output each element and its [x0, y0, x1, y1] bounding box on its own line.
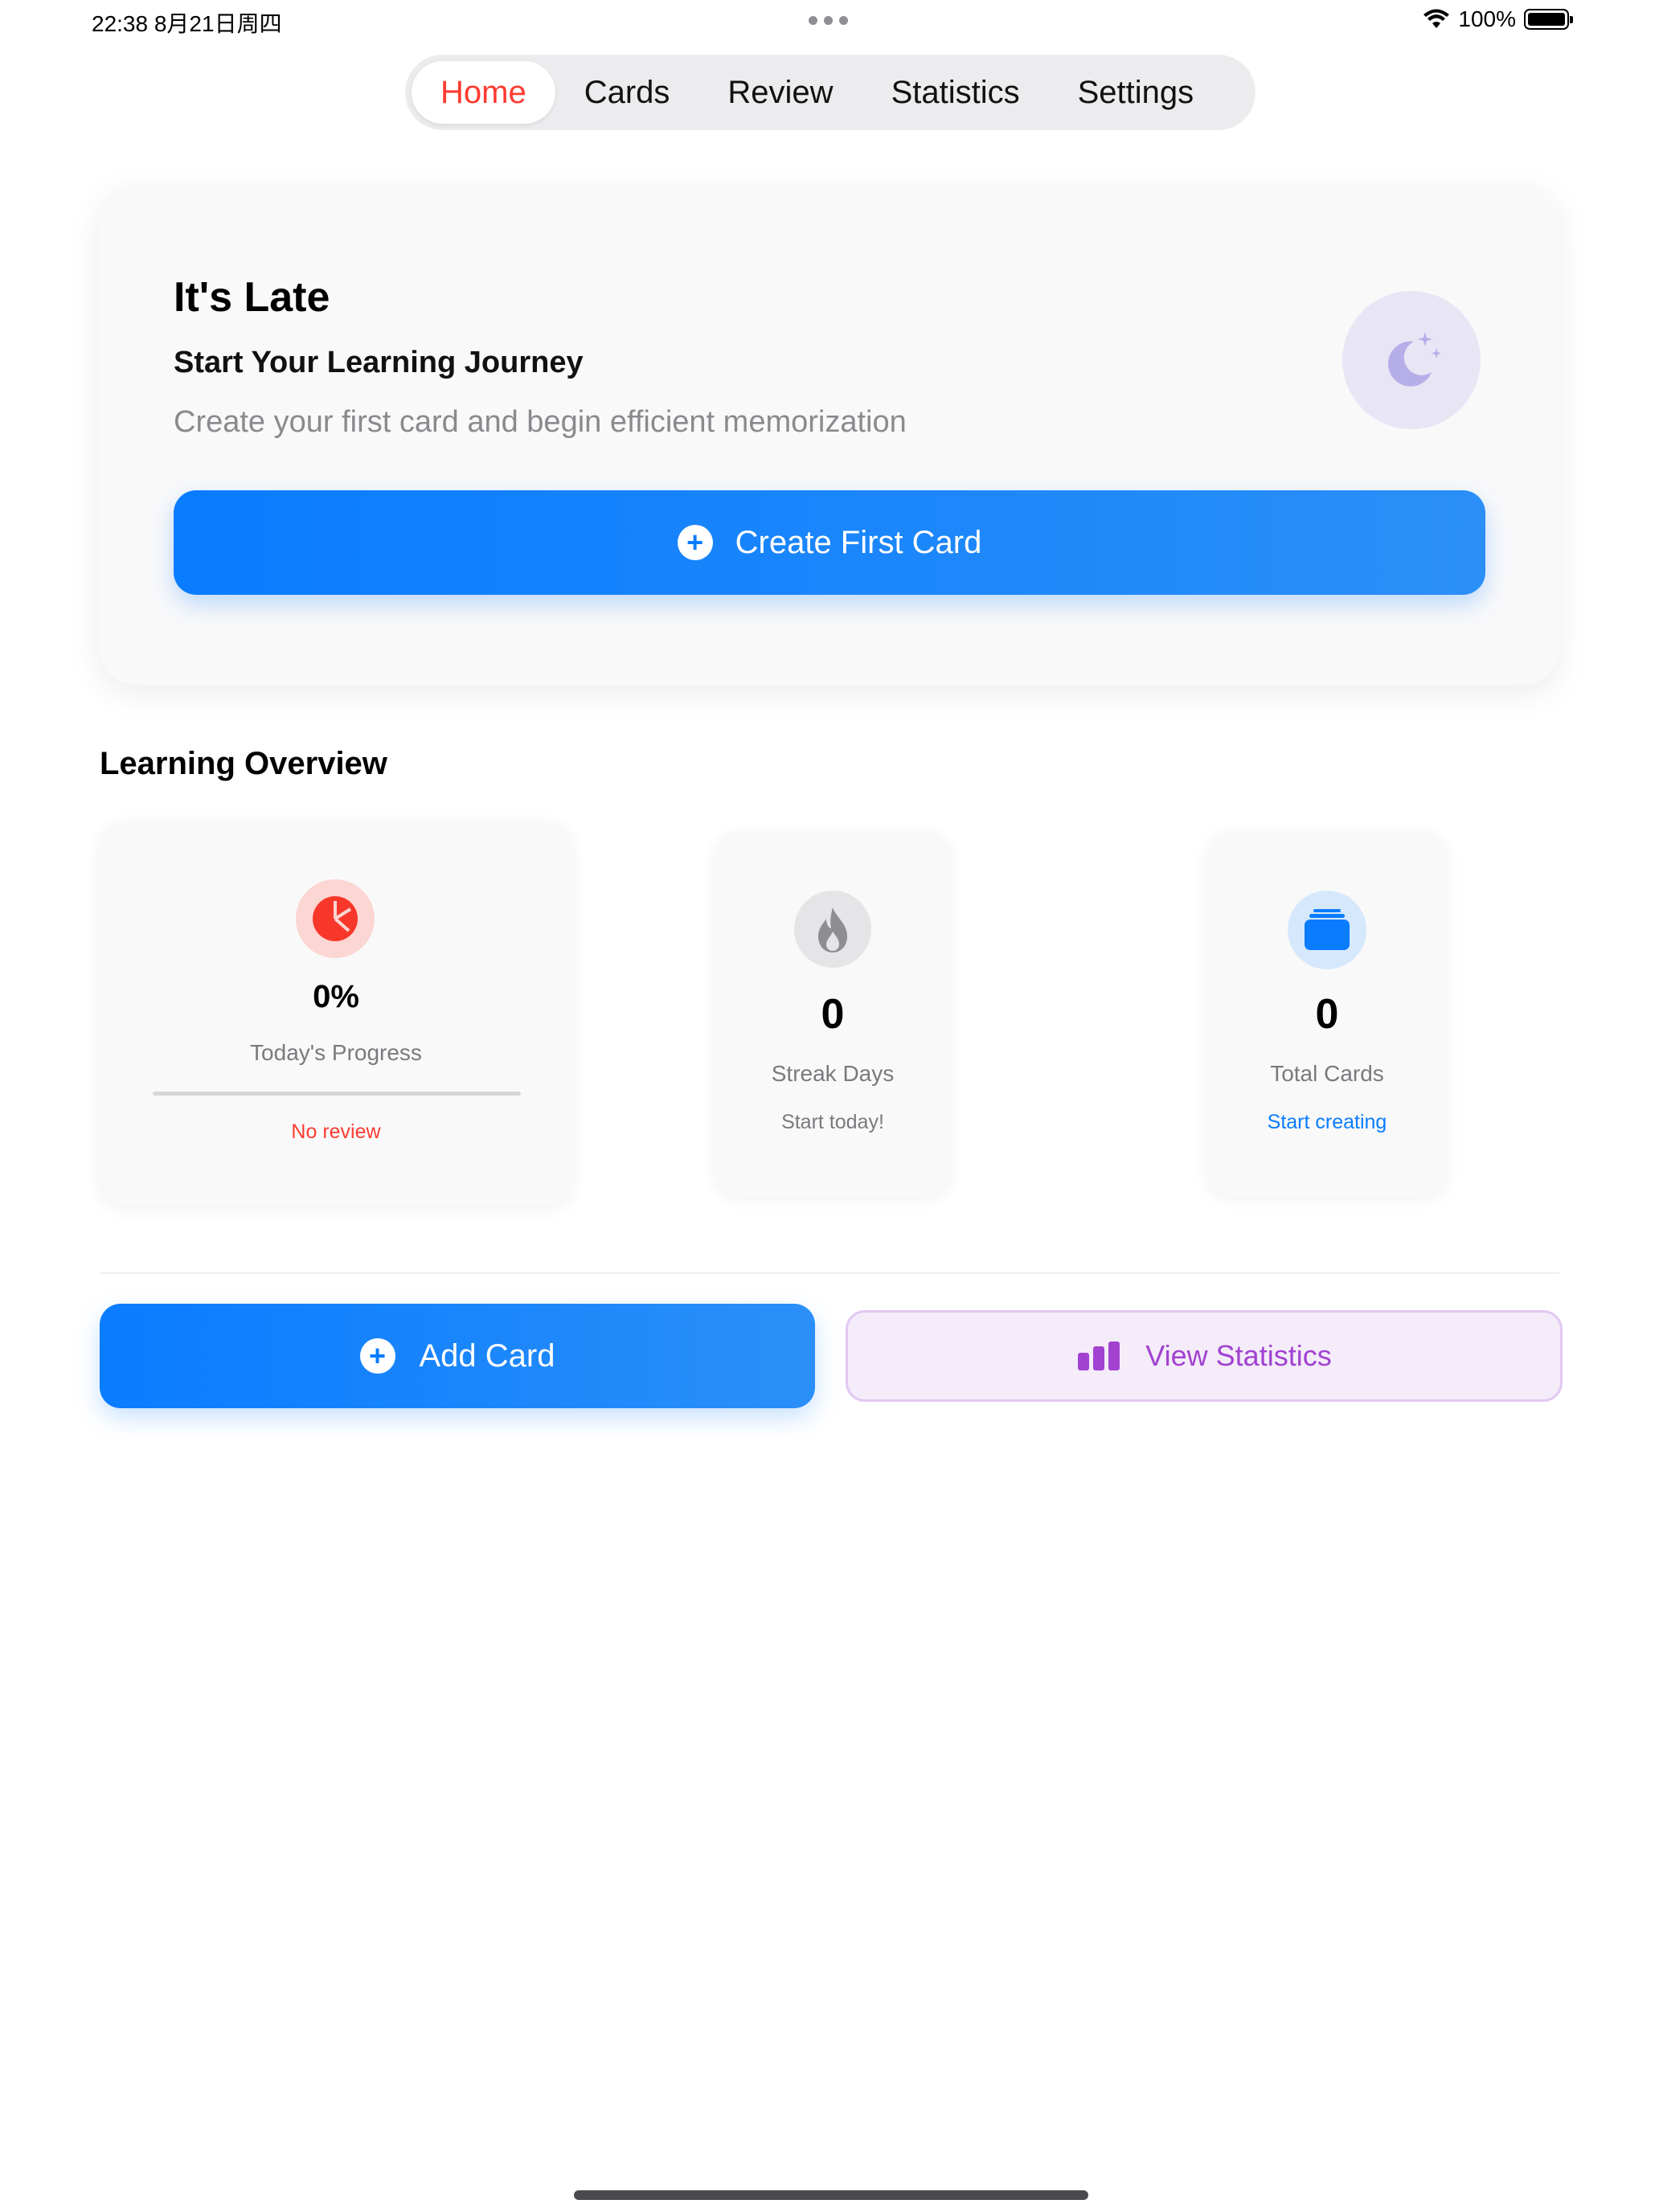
- add-card-label: Add Card: [419, 1337, 555, 1374]
- progress-bar: [153, 1092, 521, 1096]
- status-bar: 22:38 8月21日周四 100%: [0, 0, 1659, 45]
- add-card-button[interactable]: + Add Card: [100, 1304, 815, 1408]
- streak-label: Streak Days: [771, 1061, 895, 1086]
- total-cards-label: Total Cards: [1270, 1061, 1384, 1086]
- flame-icon: [794, 891, 871, 968]
- tab-home[interactable]: Home: [412, 61, 555, 124]
- tab-review[interactable]: Review: [698, 61, 862, 124]
- multitasking-dots-icon[interactable]: [809, 16, 848, 25]
- tab-cards[interactable]: Cards: [555, 61, 699, 124]
- divider: [100, 1272, 1559, 1274]
- progress-value: 0%: [313, 979, 359, 1014]
- create-first-card-label: Create First Card: [735, 524, 982, 560]
- tab-bar: Home Cards Review Statistics Settings: [405, 55, 1256, 130]
- battery-icon: [1524, 9, 1573, 30]
- start-creating-link[interactable]: Start creating: [1207, 1111, 1447, 1134]
- progress-label: Today's Progress: [250, 1040, 422, 1065]
- streak-note: Start today!: [781, 1111, 884, 1133]
- home-indicator[interactable]: [574, 2190, 1088, 2200]
- tab-settings[interactable]: Settings: [1049, 61, 1223, 124]
- battery-percent: 100%: [1458, 6, 1516, 31]
- tab-statistics[interactable]: Statistics: [862, 61, 1049, 124]
- greeting-title: It's Late: [174, 274, 330, 321]
- plus-circle-icon: +: [677, 525, 713, 560]
- stack-cards-icon: [1288, 891, 1366, 969]
- view-statistics-label: View Statistics: [1145, 1339, 1332, 1372]
- plus-circle-icon: +: [359, 1338, 395, 1374]
- status-right: 100%: [1423, 6, 1573, 32]
- create-first-card-button[interactable]: + Create First Card: [174, 490, 1485, 595]
- pie-chart-icon: [296, 879, 375, 958]
- bar-chart-icon: [1078, 1342, 1120, 1370]
- streak-value: 0: [821, 991, 845, 1038]
- streak-card[interactable]: 0 Streak Days Start today!: [715, 831, 950, 1196]
- progress-card[interactable]: 0% Today's Progress No review: [100, 821, 572, 1206]
- total-cards-value: 0: [1315, 991, 1339, 1038]
- progress-note: No review: [291, 1120, 381, 1143]
- greeting-subtitle: Start Your Learning Journey: [174, 346, 584, 379]
- view-statistics-button[interactable]: View Statistics: [846, 1310, 1563, 1402]
- greeting-description: Create your first card and begin efficie…: [174, 405, 907, 439]
- moon-stars-icon: [1342, 291, 1481, 429]
- wifi-icon: [1423, 9, 1450, 28]
- overview-title: Learning Overview: [100, 746, 387, 781]
- total-cards-card[interactable]: 0 Total Cards Start creating: [1207, 831, 1447, 1196]
- status-time-date: 22:38 8月21日周四: [92, 11, 282, 36]
- greeting-card: It's Late Start Your Learning Journey Cr…: [100, 185, 1559, 685]
